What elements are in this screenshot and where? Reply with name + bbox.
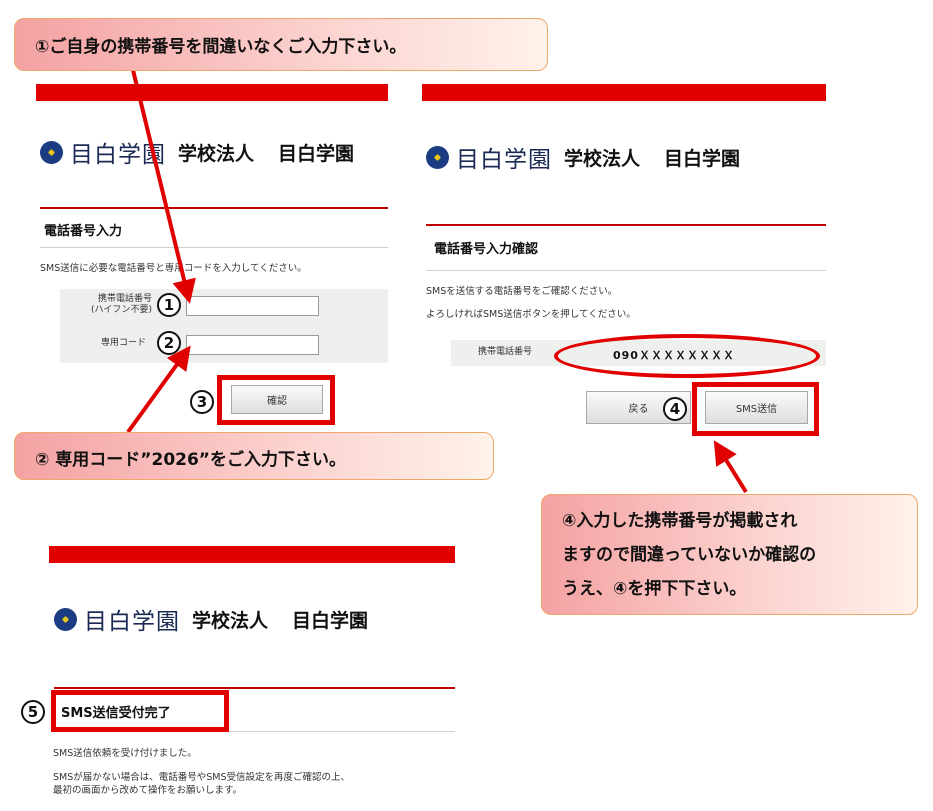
annotation-arrows <box>126 69 748 494</box>
callout-step1: ①ご自身の携帯番号を間違いなくご入力下さい。 <box>14 18 548 71</box>
arrow-step2 <box>126 345 191 434</box>
callout-step4-line2: ますので間違っていないか確認の <box>562 545 817 565</box>
callout-step2: ② 専用コード”2026”をご入力下さい。 <box>14 432 494 480</box>
arrow-step4 <box>713 440 748 494</box>
callout-step1-text: ①ご自身の携帯番号を間違いなくご入力下さい。 <box>35 37 407 57</box>
callout-step4: ④入力した携帯番号が掲載され ますので間違っていないか確認の うえ、④を押下下さ… <box>541 494 918 615</box>
callout-step4-line1: ④入力した携帯番号が掲載され <box>562 511 798 531</box>
callout-step2-text: ② 専用コード”2026”をご入力下さい。 <box>35 450 346 470</box>
arrow-step1 <box>131 69 196 304</box>
callout-step4-line3: うえ、④を押下下さい。 <box>562 579 747 599</box>
